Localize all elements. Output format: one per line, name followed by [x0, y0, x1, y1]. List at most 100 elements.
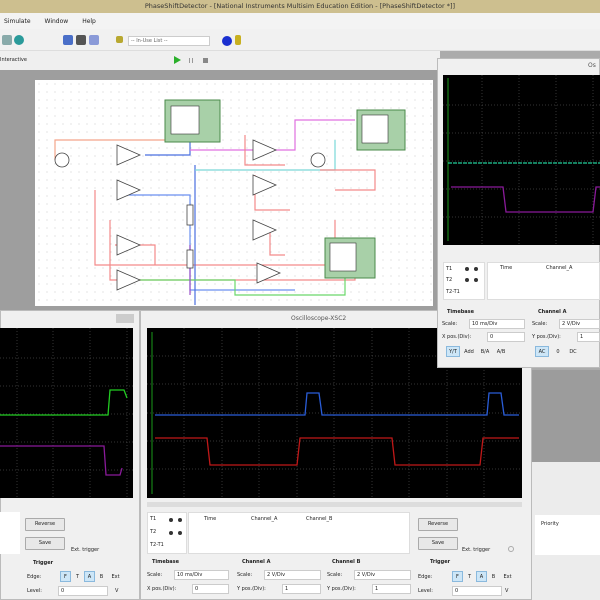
- right-t2-t1-label: T2-T1: [446, 289, 460, 295]
- right-t1-right-arrow[interactable]: [474, 267, 478, 271]
- schematic-drawing: [54, 99, 406, 305]
- xsc2-scrollbar[interactable]: [147, 502, 522, 507]
- right-t1-left-arrow[interactable]: [465, 267, 469, 271]
- ab-mode-button[interactable]: A/B: [494, 346, 508, 357]
- left-edge-falling-button[interactable]: T: [72, 571, 83, 582]
- left-trigger-level-label: Level:: [27, 588, 42, 594]
- channel-a-ypos-input[interactable]: 1: [282, 584, 321, 594]
- toolbar: -- In-Use List --: [0, 29, 600, 51]
- globe-icon[interactable]: [14, 35, 24, 45]
- yt-mode-button[interactable]: Y/T: [446, 346, 460, 357]
- ground-coupling-button[interactable]: 0: [552, 346, 564, 357]
- menu-simulate[interactable]: Simulate: [4, 18, 31, 25]
- left-edge-rising-button[interactable]: F: [60, 571, 71, 582]
- trigger-source-b-button[interactable]: B: [488, 571, 499, 582]
- ba-mode-button[interactable]: B/A: [478, 346, 492, 357]
- menu-bar: Simulate Window Help: [0, 13, 600, 29]
- trigger-edge-label: Edge:: [418, 574, 433, 580]
- channel-a-heading: Channel A: [242, 559, 271, 565]
- right-scope-screen: [443, 75, 600, 245]
- t1-right-arrow[interactable]: [178, 518, 182, 522]
- left-trigger-a-button[interactable]: A: [84, 571, 95, 582]
- left-save-button[interactable]: Save: [25, 537, 65, 550]
- priority-label: Priority: [541, 521, 559, 527]
- channel-a-scale-input[interactable]: 2 V/Div: [264, 570, 321, 580]
- right-timebase-xpos-input[interactable]: 0: [487, 332, 525, 342]
- right-timebase-heading: Timebase: [447, 309, 475, 315]
- trigger-level-unit: V: [505, 588, 509, 594]
- left-trigger-level-unit: V: [115, 588, 119, 594]
- right-channel-a-ypos-input[interactable]: 1: [577, 332, 600, 342]
- left-ext-trigger-label: Ext. trigger: [71, 547, 100, 553]
- right-timebase-scale-input[interactable]: 10 ms/Div: [469, 319, 525, 329]
- right-t2-left-arrow[interactable]: [465, 278, 469, 282]
- left-measurement-table: [0, 512, 20, 554]
- pencil-icon[interactable]: [116, 36, 123, 43]
- bulb-icon[interactable]: [235, 35, 241, 45]
- right-measurement-table: Time Channel_A: [487, 262, 600, 300]
- left-reverse-button[interactable]: Reverse: [25, 518, 65, 531]
- timebase-xpos-label: X pos.(Div):: [147, 586, 177, 592]
- trigger-source-ext-button[interactable]: Ext: [500, 571, 515, 582]
- t1-left-arrow[interactable]: [169, 518, 173, 522]
- timebase-scale-input[interactable]: 10 ms/Div: [174, 570, 229, 580]
- channel-b-scale-input[interactable]: 2 V/Div: [354, 570, 411, 580]
- pause-icon[interactable]: [189, 58, 193, 63]
- xsc2-ext-trigger-label: Ext. trigger: [462, 547, 491, 553]
- left-channel-b-trace: [0, 445, 123, 476]
- right-scope-waveforms: [443, 75, 600, 245]
- t2-right-arrow[interactable]: [178, 531, 182, 535]
- right-col-time: Time: [500, 265, 513, 271]
- channel-b-scale-label: Scale:: [327, 572, 343, 578]
- ext-trigger-terminal-icon[interactable]: [508, 546, 514, 552]
- xsc2-title: Oscilloscope-XSC2: [291, 315, 347, 322]
- grapher-icon[interactable]: [63, 35, 73, 45]
- right-channel-b-trace: [451, 186, 600, 213]
- new-icon[interactable]: [2, 35, 12, 45]
- col-time: Time: [204, 516, 217, 522]
- xsc2-reverse-button[interactable]: Reverse: [418, 518, 458, 531]
- t1-label: T1: [150, 516, 157, 522]
- database-icon[interactable]: [89, 35, 99, 45]
- trigger-heading: Trigger: [430, 559, 451, 565]
- timebase-scale-label: Scale:: [147, 572, 163, 578]
- left-trigger-b-button[interactable]: B: [96, 571, 107, 582]
- sim-mode-label: Interactive: [0, 57, 27, 63]
- t2-left-arrow[interactable]: [169, 531, 173, 535]
- right-t2-right-arrow[interactable]: [474, 278, 478, 282]
- menu-help[interactable]: Help: [82, 18, 96, 25]
- left-scope-screen: [0, 328, 133, 498]
- side-gray-area: [532, 370, 600, 462]
- close-icon[interactable]: [116, 314, 134, 323]
- trigger-level-input[interactable]: 0: [452, 586, 502, 596]
- timebase-heading: Timebase: [152, 559, 180, 565]
- run-icon[interactable]: [174, 56, 181, 64]
- side-panel-list: Priority: [535, 515, 600, 555]
- channel-b-ypos-input[interactable]: 1: [372, 584, 411, 594]
- left-trigger-heading: Trigger: [33, 560, 54, 566]
- col-channel-a: Channel_A: [251, 516, 278, 522]
- add-mode-button[interactable]: Add: [462, 346, 476, 357]
- timebase-xpos-input[interactable]: 0: [192, 584, 229, 594]
- trigger-source-a-button[interactable]: A: [476, 571, 487, 582]
- xsc2-cursor-box: T1 T2 T2-T1: [147, 512, 187, 554]
- xsc2-save-button[interactable]: Save: [418, 537, 458, 550]
- left-trigger-ext-button[interactable]: Ext: [108, 571, 123, 582]
- t2-label: T2: [150, 529, 157, 535]
- in-use-list-dropdown[interactable]: -- In-Use List --: [128, 36, 210, 46]
- right-timebase-xpos-label: X pos.(Div):: [442, 334, 472, 340]
- channel-b-heading: Channel B: [332, 559, 361, 565]
- dc-coupling-button[interactable]: DC: [566, 346, 580, 357]
- postprocessor-icon[interactable]: [76, 35, 86, 45]
- stop-icon[interactable]: [203, 58, 208, 63]
- right-channel-a-scale-input[interactable]: 2 V/Div: [559, 319, 600, 329]
- edge-rising-button[interactable]: F: [452, 571, 463, 582]
- probe-icon[interactable]: [222, 36, 232, 46]
- channel-b-trace: [155, 437, 519, 466]
- schematic-canvas[interactable]: [35, 80, 433, 306]
- left-scope-waveforms: [0, 328, 133, 498]
- ac-coupling-button[interactable]: AC: [535, 346, 549, 357]
- edge-falling-button[interactable]: T: [464, 571, 475, 582]
- menu-window[interactable]: Window: [45, 18, 69, 25]
- left-trigger-level-input[interactable]: 0: [58, 586, 108, 596]
